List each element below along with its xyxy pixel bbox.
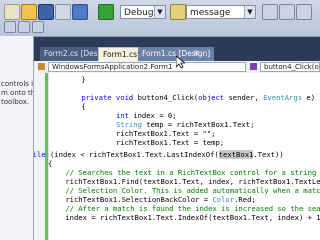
code-token: // After a match is found the index is i… <box>65 204 320 213</box>
code-token: Color <box>212 195 235 204</box>
code-line: richTextBox1.Text = ""; <box>64 129 216 138</box>
code-token: button4_Click( <box>137 93 199 102</box>
code-line: // Searches the text in a RichTextBox co… <box>48 168 320 177</box>
toolbox-hint-line: toolbox. <box>1 98 30 106</box>
open-icon[interactable] <box>21 4 37 20</box>
code-token: .Red; <box>234 195 256 204</box>
undo-icon[interactable] <box>72 4 88 20</box>
chevron-down-icon[interactable]: ▼ <box>154 6 165 18</box>
code-token: object <box>198 93 229 102</box>
code-line: richTextBox1.Find(textBox1.Text, index, … <box>48 177 320 186</box>
code-line: index = richTextBox1.Text.IndexOf(textBo… <box>48 213 320 222</box>
toolbox-hint-line: m onto this <box>1 89 33 97</box>
code-token: // Searches the text in a RichTextBox co… <box>65 168 317 177</box>
start-debug-icon[interactable] <box>98 4 114 20</box>
uncomment-icon[interactable] <box>18 21 30 33</box>
class-select[interactable]: WindowsFormsApplication2.Form1 <box>48 62 246 72</box>
method-icon <box>250 63 257 70</box>
bookmark-icon[interactable] <box>32 21 44 33</box>
find-icon[interactable] <box>170 4 186 20</box>
code-token: private void <box>81 93 138 102</box>
code-token: while <box>34 150 46 159</box>
code-token: temp = richTextBox1.Text; <box>146 120 255 129</box>
code-line: { <box>48 159 52 168</box>
code-token: { <box>81 102 86 111</box>
code-line: richTextBox1.SelectionBackColor = Color.… <box>48 195 256 204</box>
chevron-down-icon[interactable]: ▼ <box>244 6 255 18</box>
configuration-value: Debug <box>124 8 154 18</box>
code-token: richTextBox1.SelectionBackColor = <box>65 195 213 204</box>
code-line: } <box>64 75 86 84</box>
class-icon <box>38 63 45 70</box>
code-token: e) <box>306 93 316 102</box>
member-select[interactable]: button4_Click(object se <box>260 62 320 72</box>
code-token: // Selection Color. This is added automa… <box>65 186 320 195</box>
code-line: // After a match is found the index is i… <box>48 204 320 213</box>
code-token: EventArgs <box>263 93 307 102</box>
code-line: int index = 0; <box>64 111 177 120</box>
code-line: // Selection Color. This is added automa… <box>48 186 320 195</box>
toolbox-panel: controls in m onto this toolbox. <box>0 36 34 240</box>
code-token: index = richTextBox1.Text.IndexOf(textBo… <box>65 213 320 222</box>
code-token: index = 0; <box>133 111 177 120</box>
find-combo[interactable]: message ▼ <box>186 5 256 19</box>
code-token: } <box>81 75 86 84</box>
highlighted-token: textBox1 <box>218 150 254 159</box>
code-token: richTextBox1.Find(textBox1.Text, index, … <box>65 177 320 186</box>
code-indent: { <box>48 159 53 168</box>
code-line: String temp = richTextBox1.Text; <box>64 120 254 129</box>
toolbar: Debug ▼ message ▼ <box>0 0 320 37</box>
close-icon[interactable]: ✕ <box>193 49 200 58</box>
toolbox-icon[interactable] <box>279 4 295 20</box>
code-line: richTextBox1.Text = temp; <box>64 138 224 147</box>
properties-icon[interactable] <box>262 4 278 20</box>
code-line: private void button4_Click(object sender… <box>64 93 315 102</box>
solution-configuration-select[interactable]: Debug ▼ <box>120 5 166 19</box>
code-token: String <box>115 120 147 129</box>
save-icon[interactable] <box>38 4 54 20</box>
code-token: sender, <box>228 93 264 102</box>
code-token: richTextBox1.Text = <box>115 129 203 138</box>
code-token: richTextBox1.Text = temp; <box>115 138 225 147</box>
code-editor[interactable]: } private void button4_Click(object send… <box>34 73 320 240</box>
cut-icon[interactable] <box>55 4 71 20</box>
comment-icon[interactable] <box>4 21 16 33</box>
code-token: (index < richTextBox1.Text.LastIndexOf( <box>49 150 219 159</box>
mouse-cursor-icon <box>176 56 185 69</box>
code-line: { <box>64 102 86 111</box>
solution-explorer-icon[interactable] <box>296 4 312 20</box>
code-line <box>64 84 81 93</box>
code-token: .Text)) <box>253 150 284 159</box>
find-value: message <box>190 8 231 18</box>
toolbox-hint-line: controls in <box>1 80 34 88</box>
code-token: int <box>115 111 134 120</box>
new-project-icon[interactable] <box>4 4 20 20</box>
code-token: ""; <box>202 129 216 138</box>
code-line: while (index < richTextBox1.Text.LastInd… <box>34 150 284 159</box>
